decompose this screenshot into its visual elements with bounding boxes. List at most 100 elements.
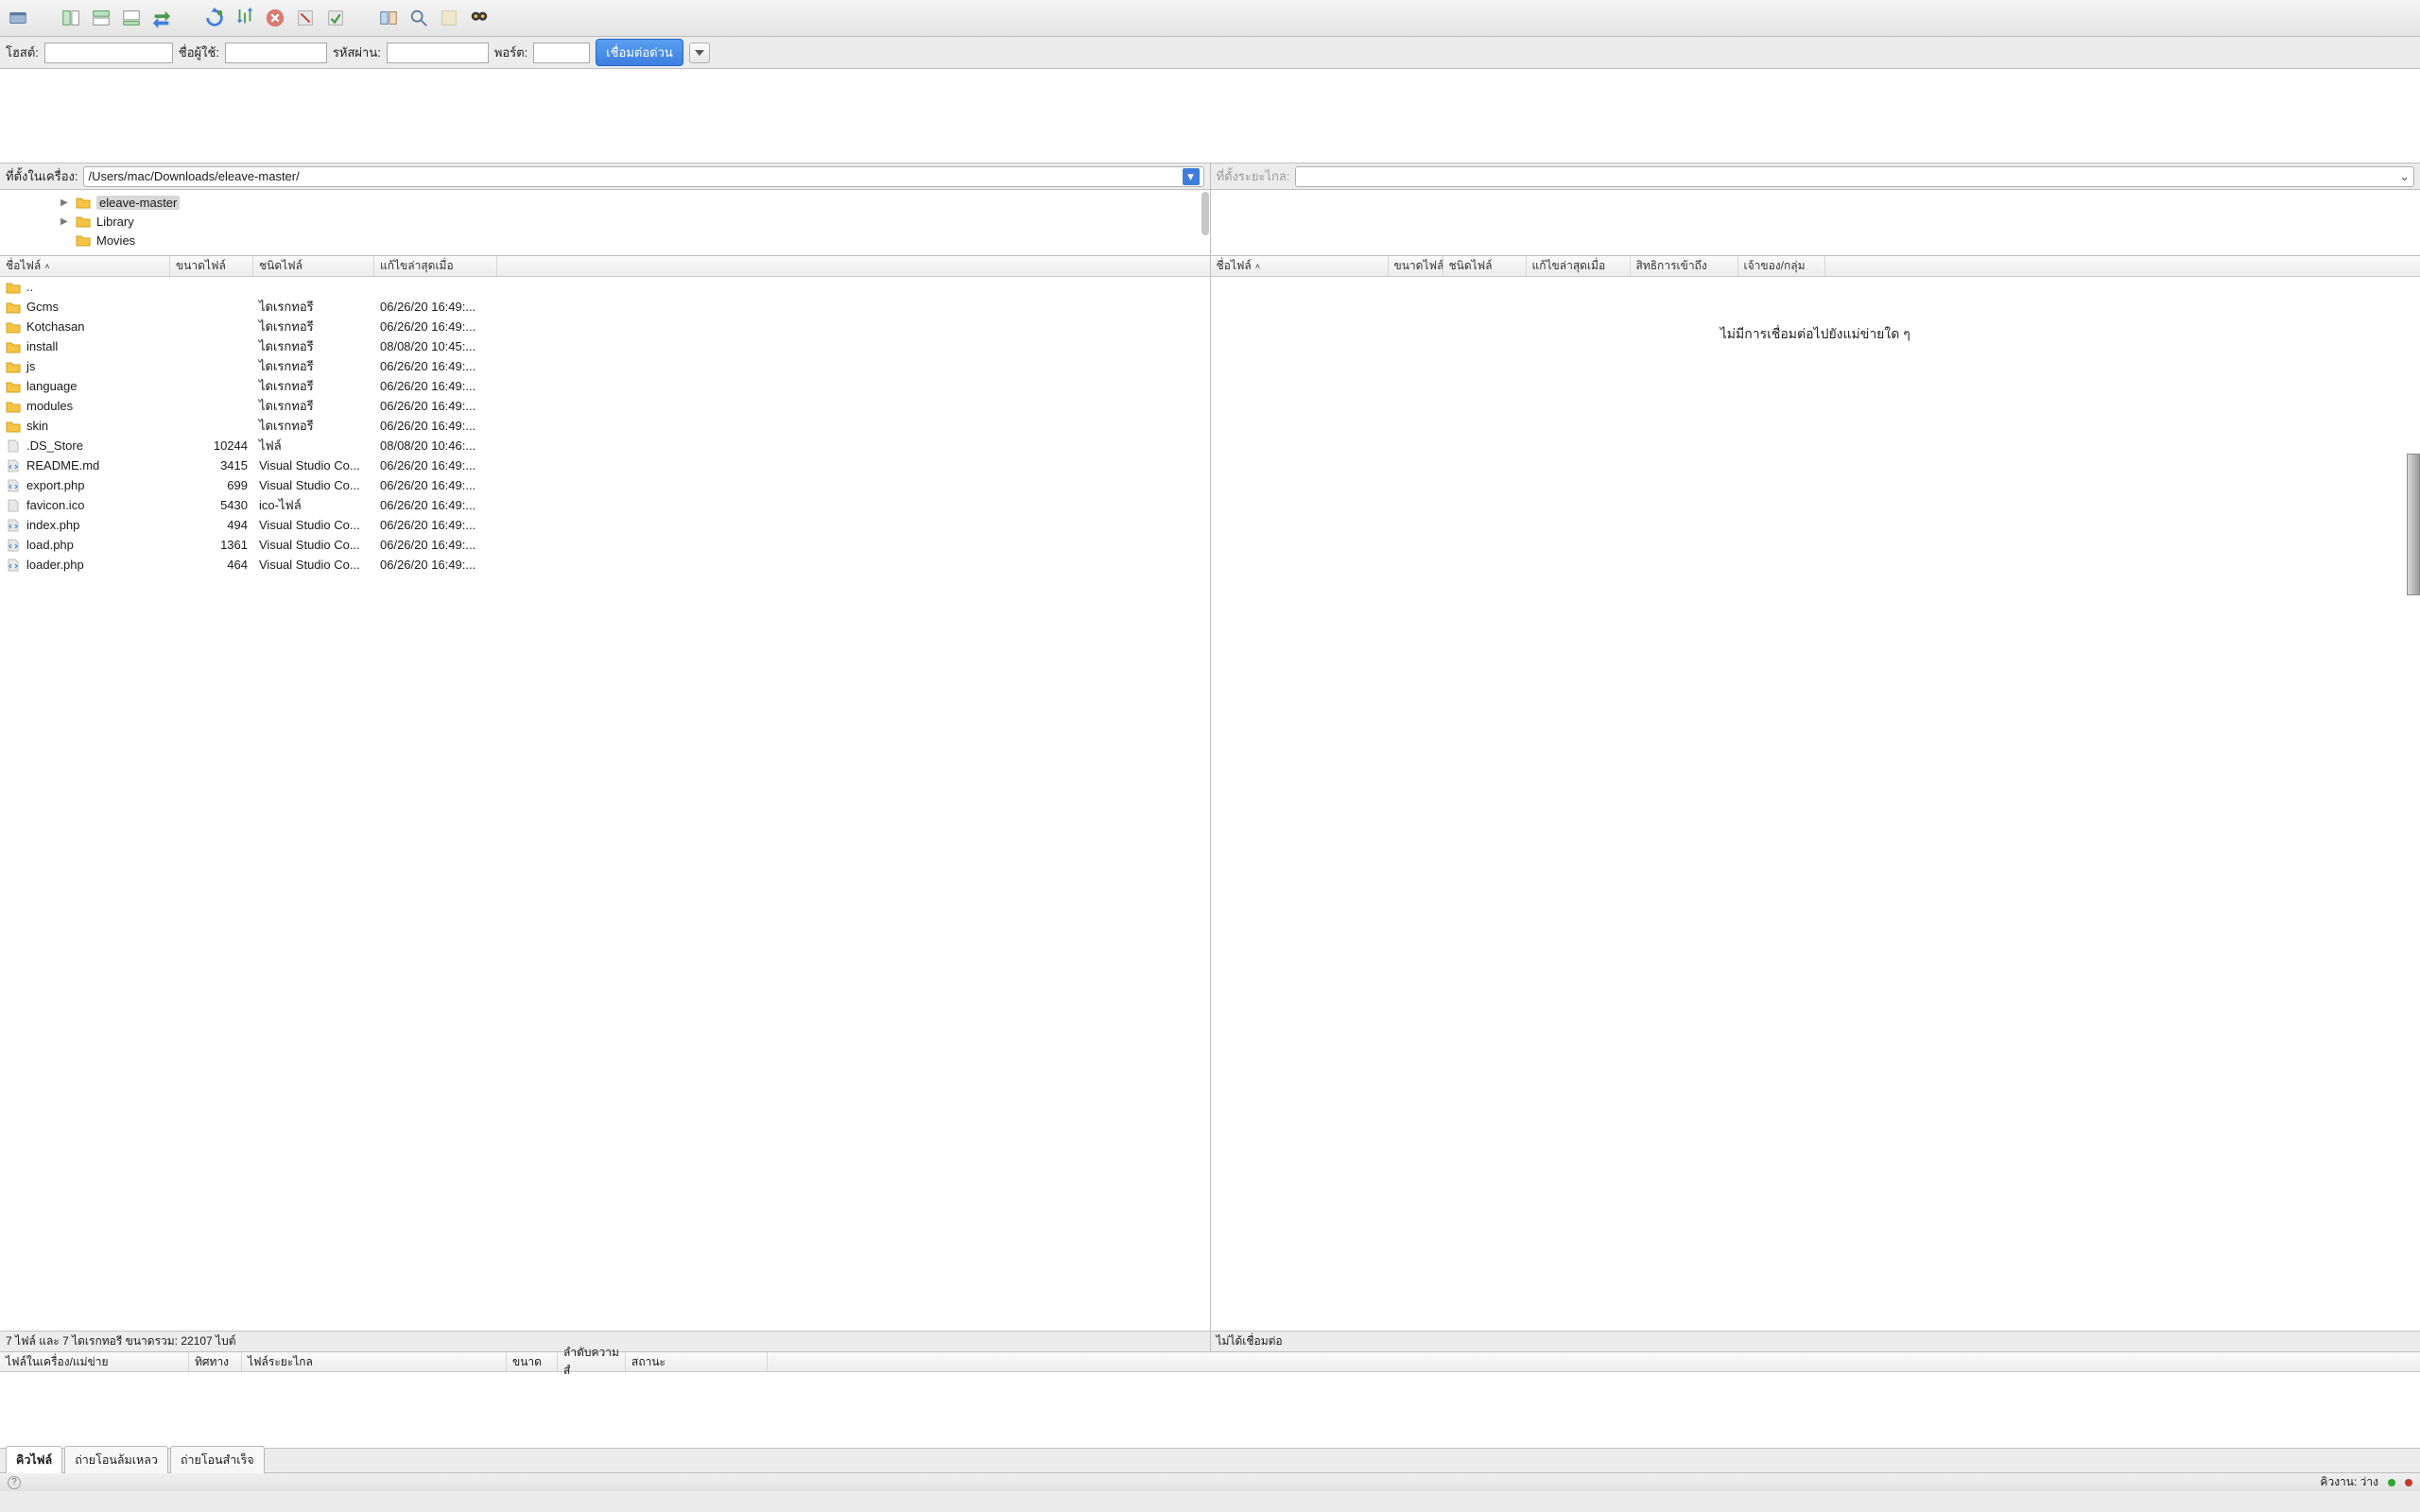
file-name: install <box>26 339 58 353</box>
col-filetype[interactable]: ชนิดไฟล์ <box>1443 256 1527 276</box>
col-permissions[interactable]: สิทธิการเข้าถึง <box>1631 256 1738 276</box>
file-modified: 06/26/20 16:49:... <box>374 300 497 314</box>
local-file-list[interactable]: ..Gcmsไดเรกทอรี06/26/20 16:49:...Kotchas… <box>0 277 1210 1331</box>
file-row[interactable]: export.php699Visual Studio Co...06/26/20… <box>0 475 1210 495</box>
file-name: .DS_Store <box>26 438 83 453</box>
remote-panel: ที่ตั้งระยะไกล: ⌄ ชื่อไฟล์˄ ขนาดไฟล์ ชนิ… <box>1211 163 2420 1351</box>
queue-list[interactable] <box>0 1372 2420 1448</box>
file-name: README.md <box>26 458 99 472</box>
col-modified[interactable]: แก้ไขล่าสุดเมื่อ <box>1527 256 1631 276</box>
file-name: modules <box>26 399 73 413</box>
file-name: js <box>26 359 35 373</box>
queue-tab[interactable]: ถ่ายโอนล้มเหลว <box>64 1446 168 1473</box>
file-type: ไดเรกทอรี <box>253 356 374 376</box>
file-row[interactable]: README.md3415Visual Studio Co...06/26/20… <box>0 455 1210 475</box>
host-label: โฮสต์: <box>6 43 39 62</box>
queue-tab[interactable]: คิวไฟล์ <box>6 1446 62 1473</box>
file-row[interactable]: .DS_Store10244ไฟล์08/08/20 10:46:... <box>0 436 1210 455</box>
col-filename[interactable]: ชื่อไฟล์˄ <box>1211 256 1389 276</box>
qcol-status[interactable]: สถานะ <box>626 1352 768 1371</box>
col-filetype[interactable]: ชนิดไฟล์ <box>253 256 374 276</box>
col-filesize[interactable]: ขนาดไฟล์ <box>1389 256 1443 276</box>
file-row[interactable]: languageไดเรกทอรี06/26/20 16:49:... <box>0 376 1210 396</box>
qcol-size[interactable]: ขนาด <box>507 1352 558 1371</box>
file-modified: 06/26/20 16:49:... <box>374 478 497 492</box>
file-row[interactable]: .. <box>0 277 1210 297</box>
status-indicator-red <box>2405 1479 2412 1486</box>
file-type: Visual Studio Co... <box>253 458 374 472</box>
message-log[interactable] <box>0 69 2420 163</box>
quickconnect-history-button[interactable] <box>689 43 710 63</box>
toggle-queue-button[interactable] <box>119 6 144 30</box>
disclosure-triangle-icon[interactable]: ▶ <box>60 216 68 227</box>
col-owner[interactable]: เจ้าของ/กลุ่ม <box>1738 256 1825 276</box>
compare-button[interactable] <box>376 6 401 30</box>
disclosure-triangle-icon[interactable]: ▶ <box>60 198 68 208</box>
code-icon <box>6 519 21 532</box>
queue-tab[interactable]: ถ่ายโอนสำเร็จ <box>170 1446 265 1473</box>
sync-browse-button[interactable] <box>149 6 174 30</box>
col-filesize[interactable]: ขนาดไฟล์ <box>170 256 253 276</box>
host-input[interactable] <box>44 43 173 63</box>
qcol-prio[interactable]: ลำดับความสํ <box>558 1352 626 1371</box>
disconnect-button[interactable] <box>293 6 318 30</box>
cancel-button[interactable] <box>263 6 287 30</box>
col-filename[interactable]: ชื่อไฟล์˄ <box>0 256 170 276</box>
file-row[interactable]: loader.php464Visual Studio Co...06/26/20… <box>0 555 1210 575</box>
file-name: export.php <box>26 478 84 492</box>
file-row[interactable]: modulesไดเรกทอรี06/26/20 16:49:... <box>0 396 1210 416</box>
process-queue-button[interactable] <box>233 6 257 30</box>
file-row[interactable]: index.php494Visual Studio Co...06/26/20 … <box>0 515 1210 535</box>
remote-tree[interactable] <box>1211 190 2420 256</box>
file-row[interactable]: Gcmsไดเรกทอรี06/26/20 16:49:... <box>0 297 1210 317</box>
qcol-dir[interactable]: ทิศทาง <box>189 1352 242 1371</box>
reconnect-button[interactable] <box>323 6 348 30</box>
toggle-tree-button[interactable] <box>59 6 83 30</box>
tree-item[interactable]: ▶eleave-master <box>0 193 1210 212</box>
site-manager-button[interactable] <box>6 6 30 30</box>
file-name: favicon.ico <box>26 498 84 512</box>
file-row[interactable]: load.php1361Visual Studio Co...06/26/20 … <box>0 535 1210 555</box>
file-modified: 06/26/20 16:49:... <box>374 419 497 433</box>
sort-asc-icon: ˄ <box>1255 262 1260 271</box>
file-type: ไดเรกทอรี <box>253 396 374 416</box>
quickconnect-button[interactable]: เชื่อมต่อด่วน <box>596 39 683 66</box>
qcol-file[interactable]: ไฟล์ในเครื่อง/แม่ข่าย <box>0 1352 189 1371</box>
file-row[interactable]: Kotchasanไดเรกทอรี06/26/20 16:49:... <box>0 317 1210 336</box>
file-size: 3415 <box>170 458 253 472</box>
filter-button[interactable] <box>437 6 461 30</box>
tree-item[interactable]: Movies <box>0 231 1210 249</box>
toggle-log-button[interactable] <box>89 6 113 30</box>
file-size: 5430 <box>170 498 253 512</box>
remote-file-list[interactable]: ไม่มีการเชื่อมต่อไปยังแม่ข่ายใด ๆ <box>1211 277 2420 1331</box>
local-panel: ที่ตั้งในเครื่อง: /Users/mac/Downloads/e… <box>0 163 1211 1351</box>
tree-item[interactable]: ▶Library <box>0 212 1210 231</box>
search-button[interactable] <box>406 6 431 30</box>
status-indicator-green <box>2388 1479 2395 1486</box>
file-name: load.php <box>26 538 74 552</box>
remote-path-label: ที่ตั้งระยะไกล: <box>1217 166 1290 186</box>
remote-path-select[interactable]: ⌄ <box>1295 166 2414 187</box>
password-input[interactable] <box>387 43 489 63</box>
port-input[interactable] <box>533 43 590 63</box>
folder-icon <box>6 400 21 413</box>
file-row[interactable]: installไดเรกทอรี08/08/20 10:45:... <box>0 336 1210 356</box>
col-modified[interactable]: แก้ไขล่าสุดเมื่อ <box>374 256 497 276</box>
username-input[interactable] <box>225 43 327 63</box>
help-icon[interactable]: ? <box>8 1476 21 1489</box>
find-button[interactable] <box>467 6 492 30</box>
file-type: ไฟล์ <box>253 436 374 455</box>
chevron-down-icon: ⌄ <box>2399 169 2410 184</box>
file-name: loader.php <box>26 558 84 572</box>
file-row[interactable]: favicon.ico5430ico-ไฟล์06/26/20 16:49:..… <box>0 495 1210 515</box>
local-tree[interactable]: ▶eleave-master▶LibraryMovies <box>0 190 1210 256</box>
file-row[interactable]: jsไดเรกทอรี06/26/20 16:49:... <box>0 356 1210 376</box>
window-edge <box>2407 454 2420 595</box>
scrollbar[interactable] <box>1201 192 1209 235</box>
code-icon <box>6 459 21 472</box>
local-path-select[interactable]: /Users/mac/Downloads/eleave-master/ ▾ <box>83 166 1203 187</box>
qcol-remote[interactable]: ไฟล์ระยะไกล <box>242 1352 507 1371</box>
refresh-button[interactable] <box>202 6 227 30</box>
file-row[interactable]: skinไดเรกทอรี06/26/20 16:49:... <box>0 416 1210 436</box>
file-size: 1361 <box>170 538 253 552</box>
